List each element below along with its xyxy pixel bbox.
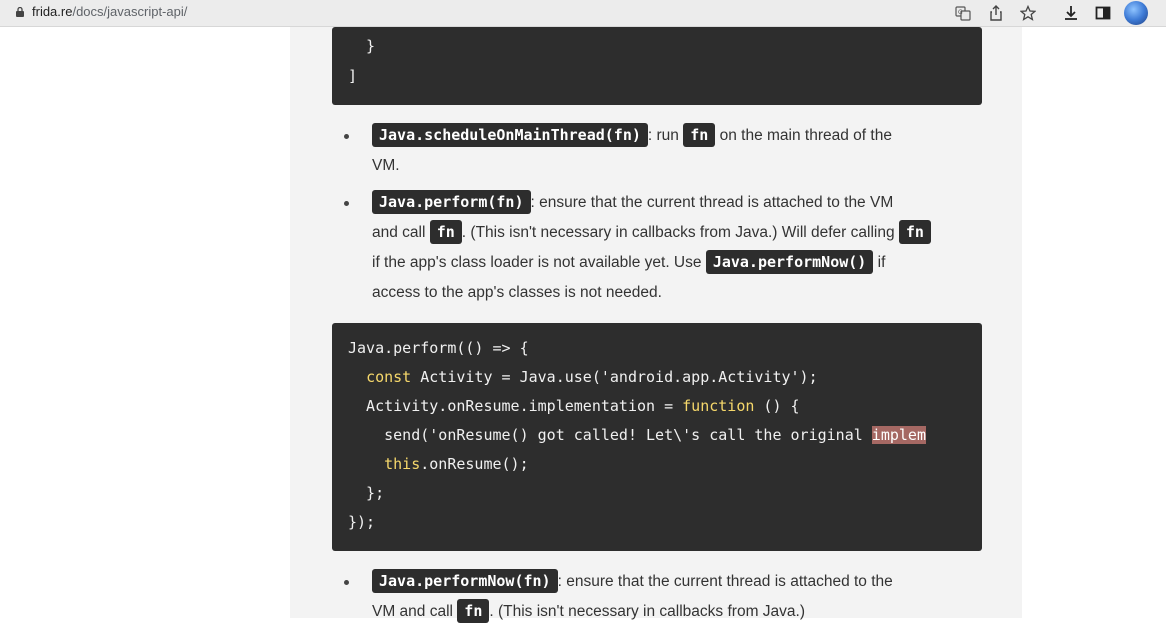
browser-toolbar: frida.re/docs/javascript-api/ G <box>0 0 1166 27</box>
download-icon[interactable] <box>1061 3 1081 23</box>
lock-icon <box>16 7 24 17</box>
code-line: }; <box>348 484 385 502</box>
list-item-java-perform: Java.perform(fn): ensure that the curren… <box>372 188 970 308</box>
address-bar[interactable]: frida.re/docs/javascript-api/ <box>32 4 187 19</box>
translate-icon[interactable]: G <box>953 3 973 23</box>
text: : ensure that the current thread is atta… <box>557 573 893 590</box>
code-line: }); <box>348 513 376 531</box>
inline-code: Java.scheduleOnMainThread(fn) <box>372 123 648 147</box>
inline-code: Java.performNow() <box>705 250 874 274</box>
code-block-array-end: } ] <box>332 27 982 105</box>
svg-text:G: G <box>958 9 963 16</box>
inline-code: Java.performNow(fn) <box>372 569 558 593</box>
text: access to the app's classes is not neede… <box>372 284 662 301</box>
text: : ensure that the current thread is atta… <box>530 194 894 211</box>
inline-code: fn <box>898 220 931 244</box>
text: . (This isn't necessary in callbacks fro… <box>489 603 805 620</box>
text: if <box>873 254 886 271</box>
side-panel-icon[interactable] <box>1093 3 1113 23</box>
bullet <box>344 134 349 139</box>
docs-content: } ] Java.scheduleOnMainThread(fn): run f… <box>290 27 1022 623</box>
list-item-java-perform-now: Java.performNow(fn): ensure that the cur… <box>372 567 970 627</box>
text: VM and call <box>372 603 458 620</box>
code-line: Activity.onResume.implementation = funct… <box>348 397 800 415</box>
code-line: send('onResume() got called! Let\'s call… <box>348 426 926 444</box>
code-line: this.onResume(); <box>384 455 529 473</box>
inline-code: fn <box>457 599 490 623</box>
url-domain: frida.re <box>32 4 73 19</box>
text: and call <box>372 224 430 241</box>
inline-code: fn <box>429 220 462 244</box>
bookmark-star-icon[interactable] <box>1018 3 1038 23</box>
share-icon[interactable] <box>986 3 1006 23</box>
inline-code: Java.perform(fn) <box>372 190 531 214</box>
code-block-perform-example: Java.perform(() => { const Activity = Ja… <box>332 323 982 551</box>
code-line: const Activity = Java.use('android.app.A… <box>366 368 818 386</box>
text: : run <box>647 127 684 144</box>
code-line: } <box>348 37 376 55</box>
text: VM. <box>372 157 400 174</box>
profile-avatar-icon[interactable] <box>1124 1 1148 25</box>
text: if the app's class loader is not availab… <box>372 254 706 271</box>
selected-text: implem <box>871 426 926 444</box>
bullet <box>344 201 349 206</box>
code-line: ] <box>348 67 358 85</box>
bullet <box>344 580 349 585</box>
text: . (This isn't necessary in callbacks fro… <box>461 224 899 241</box>
url-path: /docs/javascript-api/ <box>72 4 188 19</box>
code-line: Java.perform(() => { <box>348 339 529 357</box>
text: on the main thread of the <box>715 127 892 144</box>
list-item-schedule-on-main-thread: Java.scheduleOnMainThread(fn): run fn on… <box>372 121 970 181</box>
inline-code: fn <box>683 123 716 147</box>
